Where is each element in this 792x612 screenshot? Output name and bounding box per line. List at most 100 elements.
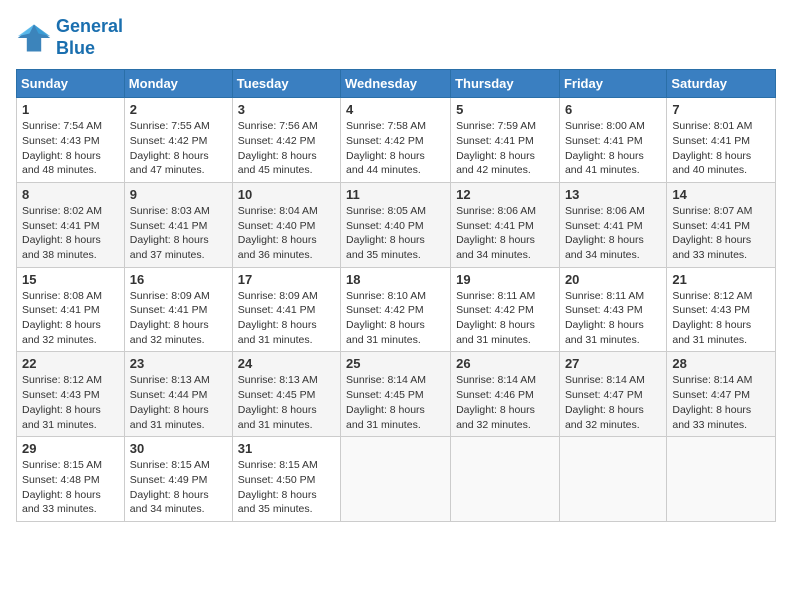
- day-detail: Sunrise: 7:59 AM Sunset: 4:41 PM Dayligh…: [456, 119, 554, 178]
- calendar-cell: 29 Sunrise: 8:15 AM Sunset: 4:48 PM Dayl…: [17, 437, 125, 522]
- logo-text: General Blue: [56, 16, 123, 59]
- calendar-cell: 13 Sunrise: 8:06 AM Sunset: 4:41 PM Dayl…: [559, 182, 666, 267]
- calendar-cell: 12 Sunrise: 8:06 AM Sunset: 4:41 PM Dayl…: [451, 182, 560, 267]
- calendar-cell: 31 Sunrise: 8:15 AM Sunset: 4:50 PM Dayl…: [232, 437, 340, 522]
- day-number: 16: [130, 272, 227, 287]
- calendar-cell: 26 Sunrise: 8:14 AM Sunset: 4:46 PM Dayl…: [451, 352, 560, 437]
- weekday-tuesday: Tuesday: [232, 70, 340, 98]
- day-detail: Sunrise: 8:02 AM Sunset: 4:41 PM Dayligh…: [22, 204, 119, 263]
- day-number: 17: [238, 272, 335, 287]
- day-detail: Sunrise: 8:14 AM Sunset: 4:47 PM Dayligh…: [565, 373, 661, 432]
- day-number: 6: [565, 102, 661, 117]
- day-number: 9: [130, 187, 227, 202]
- calendar-cell: 3 Sunrise: 7:56 AM Sunset: 4:42 PM Dayli…: [232, 98, 340, 183]
- day-detail: Sunrise: 8:15 AM Sunset: 4:49 PM Dayligh…: [130, 458, 227, 517]
- day-detail: Sunrise: 8:14 AM Sunset: 4:46 PM Dayligh…: [456, 373, 554, 432]
- calendar-cell: 30 Sunrise: 8:15 AM Sunset: 4:49 PM Dayl…: [124, 437, 232, 522]
- day-number: 25: [346, 356, 445, 371]
- day-number: 2: [130, 102, 227, 117]
- day-detail: Sunrise: 8:06 AM Sunset: 4:41 PM Dayligh…: [456, 204, 554, 263]
- day-number: 19: [456, 272, 554, 287]
- day-number: 14: [672, 187, 770, 202]
- calendar-cell: 9 Sunrise: 8:03 AM Sunset: 4:41 PM Dayli…: [124, 182, 232, 267]
- day-number: 5: [456, 102, 554, 117]
- day-detail: Sunrise: 8:11 AM Sunset: 4:42 PM Dayligh…: [456, 289, 554, 348]
- day-number: 31: [238, 441, 335, 456]
- day-detail: Sunrise: 8:05 AM Sunset: 4:40 PM Dayligh…: [346, 204, 445, 263]
- week-row-5: 29 Sunrise: 8:15 AM Sunset: 4:48 PM Dayl…: [17, 437, 776, 522]
- day-number: 11: [346, 187, 445, 202]
- day-number: 8: [22, 187, 119, 202]
- day-detail: Sunrise: 7:55 AM Sunset: 4:42 PM Dayligh…: [130, 119, 227, 178]
- day-detail: Sunrise: 7:56 AM Sunset: 4:42 PM Dayligh…: [238, 119, 335, 178]
- day-number: 10: [238, 187, 335, 202]
- day-detail: Sunrise: 8:07 AM Sunset: 4:41 PM Dayligh…: [672, 204, 770, 263]
- calendar-cell: 5 Sunrise: 7:59 AM Sunset: 4:41 PM Dayli…: [451, 98, 560, 183]
- calendar-cell: 17 Sunrise: 8:09 AM Sunset: 4:41 PM Dayl…: [232, 267, 340, 352]
- calendar-cell: 28 Sunrise: 8:14 AM Sunset: 4:47 PM Dayl…: [667, 352, 776, 437]
- calendar-cell: 24 Sunrise: 8:13 AM Sunset: 4:45 PM Dayl…: [232, 352, 340, 437]
- day-number: 4: [346, 102, 445, 117]
- day-number: 13: [565, 187, 661, 202]
- calendar-table: SundayMondayTuesdayWednesdayThursdayFrid…: [16, 69, 776, 522]
- day-number: 15: [22, 272, 119, 287]
- weekday-saturday: Saturday: [667, 70, 776, 98]
- day-number: 26: [456, 356, 554, 371]
- day-detail: Sunrise: 8:06 AM Sunset: 4:41 PM Dayligh…: [565, 204, 661, 263]
- week-row-4: 22 Sunrise: 8:12 AM Sunset: 4:43 PM Dayl…: [17, 352, 776, 437]
- calendar-cell: 1 Sunrise: 7:54 AM Sunset: 4:43 PM Dayli…: [17, 98, 125, 183]
- day-detail: Sunrise: 8:00 AM Sunset: 4:41 PM Dayligh…: [565, 119, 661, 178]
- calendar-cell: 19 Sunrise: 8:11 AM Sunset: 4:42 PM Dayl…: [451, 267, 560, 352]
- week-row-3: 15 Sunrise: 8:08 AM Sunset: 4:41 PM Dayl…: [17, 267, 776, 352]
- calendar-cell: [451, 437, 560, 522]
- weekday-thursday: Thursday: [451, 70, 560, 98]
- day-number: 27: [565, 356, 661, 371]
- calendar-cell: 27 Sunrise: 8:14 AM Sunset: 4:47 PM Dayl…: [559, 352, 666, 437]
- calendar-cell: 23 Sunrise: 8:13 AM Sunset: 4:44 PM Dayl…: [124, 352, 232, 437]
- day-detail: Sunrise: 8:10 AM Sunset: 4:42 PM Dayligh…: [346, 289, 445, 348]
- weekday-sunday: Sunday: [17, 70, 125, 98]
- weekday-header-row: SundayMondayTuesdayWednesdayThursdayFrid…: [17, 70, 776, 98]
- calendar-cell: 10 Sunrise: 8:04 AM Sunset: 4:40 PM Dayl…: [232, 182, 340, 267]
- page-header: General Blue: [16, 16, 776, 59]
- day-number: 22: [22, 356, 119, 371]
- day-number: 29: [22, 441, 119, 456]
- day-number: 20: [565, 272, 661, 287]
- weekday-friday: Friday: [559, 70, 666, 98]
- day-number: 28: [672, 356, 770, 371]
- week-row-1: 1 Sunrise: 7:54 AM Sunset: 4:43 PM Dayli…: [17, 98, 776, 183]
- week-row-2: 8 Sunrise: 8:02 AM Sunset: 4:41 PM Dayli…: [17, 182, 776, 267]
- day-detail: Sunrise: 8:12 AM Sunset: 4:43 PM Dayligh…: [672, 289, 770, 348]
- calendar-cell: 4 Sunrise: 7:58 AM Sunset: 4:42 PM Dayli…: [341, 98, 451, 183]
- day-detail: Sunrise: 8:08 AM Sunset: 4:41 PM Dayligh…: [22, 289, 119, 348]
- day-detail: Sunrise: 8:09 AM Sunset: 4:41 PM Dayligh…: [238, 289, 335, 348]
- day-number: 30: [130, 441, 227, 456]
- weekday-wednesday: Wednesday: [341, 70, 451, 98]
- day-detail: Sunrise: 8:03 AM Sunset: 4:41 PM Dayligh…: [130, 204, 227, 263]
- calendar-cell: 18 Sunrise: 8:10 AM Sunset: 4:42 PM Dayl…: [341, 267, 451, 352]
- day-detail: Sunrise: 8:15 AM Sunset: 4:50 PM Dayligh…: [238, 458, 335, 517]
- calendar-cell: 6 Sunrise: 8:00 AM Sunset: 4:41 PM Dayli…: [559, 98, 666, 183]
- day-detail: Sunrise: 8:13 AM Sunset: 4:44 PM Dayligh…: [130, 373, 227, 432]
- day-number: 23: [130, 356, 227, 371]
- day-number: 12: [456, 187, 554, 202]
- day-detail: Sunrise: 7:54 AM Sunset: 4:43 PM Dayligh…: [22, 119, 119, 178]
- day-detail: Sunrise: 8:04 AM Sunset: 4:40 PM Dayligh…: [238, 204, 335, 263]
- calendar-cell: 14 Sunrise: 8:07 AM Sunset: 4:41 PM Dayl…: [667, 182, 776, 267]
- day-number: 1: [22, 102, 119, 117]
- calendar-cell: 8 Sunrise: 8:02 AM Sunset: 4:41 PM Dayli…: [17, 182, 125, 267]
- day-detail: Sunrise: 8:12 AM Sunset: 4:43 PM Dayligh…: [22, 373, 119, 432]
- day-detail: Sunrise: 7:58 AM Sunset: 4:42 PM Dayligh…: [346, 119, 445, 178]
- calendar-cell: 2 Sunrise: 7:55 AM Sunset: 4:42 PM Dayli…: [124, 98, 232, 183]
- calendar-cell: [667, 437, 776, 522]
- day-detail: Sunrise: 8:14 AM Sunset: 4:47 PM Dayligh…: [672, 373, 770, 432]
- calendar-cell: [559, 437, 666, 522]
- calendar-cell: 25 Sunrise: 8:14 AM Sunset: 4:45 PM Dayl…: [341, 352, 451, 437]
- calendar-cell: 22 Sunrise: 8:12 AM Sunset: 4:43 PM Dayl…: [17, 352, 125, 437]
- calendar-cell: 7 Sunrise: 8:01 AM Sunset: 4:41 PM Dayli…: [667, 98, 776, 183]
- day-detail: Sunrise: 8:13 AM Sunset: 4:45 PM Dayligh…: [238, 373, 335, 432]
- day-number: 24: [238, 356, 335, 371]
- calendar-cell: 16 Sunrise: 8:09 AM Sunset: 4:41 PM Dayl…: [124, 267, 232, 352]
- weekday-monday: Monday: [124, 70, 232, 98]
- day-detail: Sunrise: 8:14 AM Sunset: 4:45 PM Dayligh…: [346, 373, 445, 432]
